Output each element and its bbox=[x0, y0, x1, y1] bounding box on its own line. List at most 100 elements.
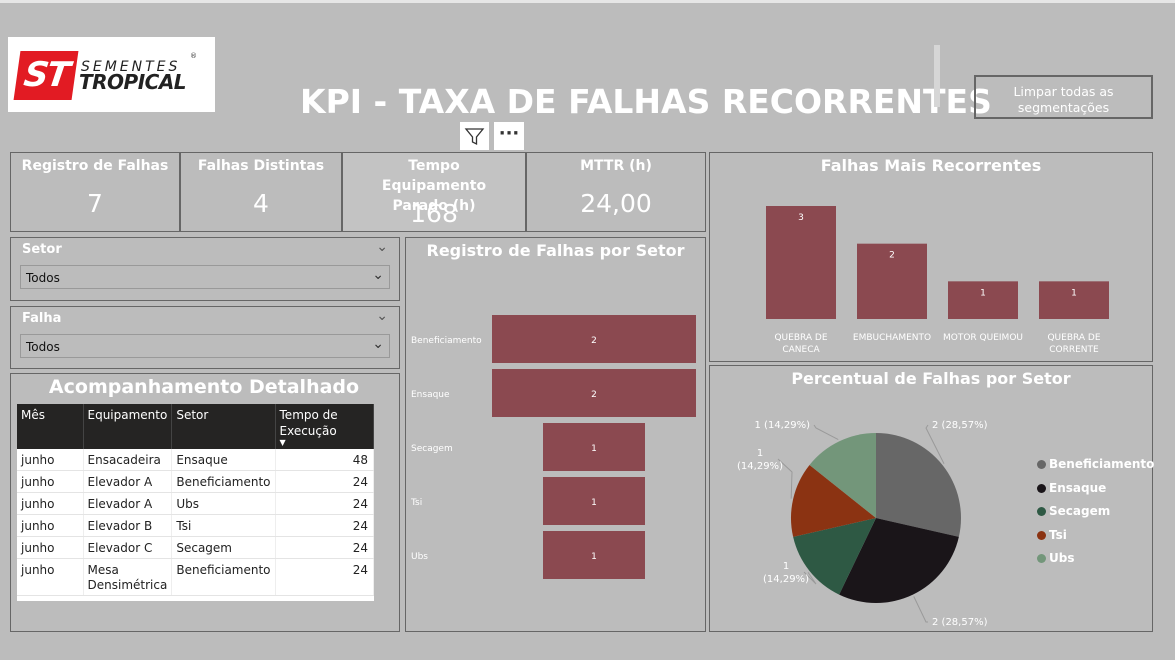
chart-registro-por-setor: Registro de Falhas por Setor Beneficiame… bbox=[405, 237, 706, 632]
pie-data-label: (14,29%) bbox=[763, 574, 809, 585]
legend-swatch bbox=[1037, 483, 1046, 493]
cell-tempo: 24 bbox=[275, 492, 375, 515]
table-row[interactable]: junho Mesa Densimétrica Beneficiamento 24 bbox=[17, 558, 375, 596]
hbar-category-label: Secagem bbox=[411, 444, 453, 454]
cell-mes: junho bbox=[17, 514, 84, 537]
logo-word-tropical: TROPICAL bbox=[79, 70, 187, 94]
sort-down-icon: ▼ bbox=[279, 438, 286, 447]
cell-mes: junho bbox=[17, 536, 84, 559]
cell-setor: Ubs bbox=[171, 492, 276, 515]
legend-item-secagem[interactable]: Secagem bbox=[1037, 504, 1110, 518]
slicer-falha: Falha ⌄ Todos ⌄ bbox=[10, 306, 400, 369]
vbar-data-label: 2 bbox=[889, 251, 895, 261]
hbar-data-label: 1 bbox=[591, 498, 597, 508]
cell-mes: junho bbox=[17, 558, 84, 596]
vbar-bar bbox=[948, 281, 1018, 319]
legend-item-ensaque[interactable]: Ensaque bbox=[1037, 481, 1106, 495]
kpi-label: Registro de Falhas bbox=[21, 158, 169, 174]
legend-item-ubs[interactable]: Ubs bbox=[1037, 551, 1074, 565]
chart-title: Falhas Mais Recorrentes bbox=[820, 156, 1042, 175]
vbar-data-label: 1 bbox=[1071, 288, 1077, 298]
chevron-down-icon: ⌄ bbox=[372, 336, 384, 352]
pie-leader-line bbox=[913, 596, 928, 623]
vbar-category-label: CORRENTE bbox=[1049, 345, 1099, 355]
pie-data-label: 1 bbox=[783, 561, 789, 572]
pie-chart-svg: 2 (28,57%) 2 (28,57%) 1 (14,29%) 1 (14,29%) 1 … bbox=[737, 420, 988, 628]
cell-tempo: 24 bbox=[275, 536, 375, 559]
hbar-chart-svg: Beneficiamento 2 Ensaque 2 Secagem 1 Tsi 1 Ubs 1 bbox=[410, 315, 696, 579]
kpi-card-registro-falhas: Registro de Falhas 7 bbox=[10, 152, 180, 232]
legend-item-beneficiamento[interactable]: Beneficiamento bbox=[1037, 457, 1154, 471]
hbar-category-label: Ubs bbox=[411, 552, 428, 562]
column-header-mes[interactable]: Mês bbox=[17, 404, 84, 449]
column-header-equipamento[interactable]: Equipamento bbox=[83, 404, 173, 449]
chevron-down-icon: ⌄ bbox=[372, 267, 384, 283]
clear-all-slicers-button[interactable]: Limpar todas as segmentações bbox=[974, 75, 1153, 119]
vbar-data-label: 1 bbox=[980, 288, 986, 298]
vbar-bar bbox=[1039, 281, 1109, 319]
legend-label: Tsi bbox=[1049, 527, 1067, 542]
legend-label: Ensaque bbox=[1049, 480, 1107, 495]
slicer-label: Setor bbox=[22, 242, 62, 257]
chevron-down-icon[interactable]: ⌄ bbox=[376, 239, 388, 255]
cell-mes: junho bbox=[17, 492, 84, 515]
chevron-down-icon[interactable]: ⌄ bbox=[376, 308, 388, 324]
table-row[interactable]: junho Ensacadeira Ensaque 48 bbox=[17, 449, 375, 471]
slicer-selected-value: Todos bbox=[26, 340, 60, 354]
kpi-value: 168 bbox=[410, 199, 458, 228]
company-logo: ST SEMENTES TROPICAL ® bbox=[8, 37, 215, 112]
scroll-indicator bbox=[934, 45, 940, 107]
vbar-category-label: MOTOR QUEIMOU bbox=[943, 333, 1023, 343]
kpi-value: 24,00 bbox=[580, 189, 652, 218]
table-row[interactable]: junho Elevador B Tsi 24 bbox=[17, 514, 375, 537]
page-title: KPI - TAXA DE FALHAS RECORRENTES bbox=[300, 82, 992, 121]
column-header-tempo-label: Tempo de Execução bbox=[279, 408, 338, 438]
cell-setor: Tsi bbox=[171, 514, 276, 537]
legend-label: Ubs bbox=[1049, 551, 1075, 565]
kpi-card-tempo-parado: Tempo Equipamento Parado (h) 168 bbox=[342, 152, 526, 232]
slicer-dropdown-setor[interactable]: Todos ⌄ bbox=[20, 265, 390, 289]
table-row[interactable]: junho Elevador A Ubs 24 bbox=[17, 492, 375, 515]
slicer-setor: Setor ⌄ Todos ⌄ bbox=[10, 237, 400, 301]
table-row[interactable]: junho Elevador C Secagem 24 bbox=[17, 536, 375, 559]
cell-equipamento: Elevador B bbox=[83, 514, 173, 537]
table-row[interactable]: junho Elevador A Beneficiamento 24 bbox=[17, 470, 375, 493]
chart-title: Percentual de Falhas por Setor bbox=[791, 369, 1071, 388]
hbar-data-label: 2 bbox=[591, 336, 597, 346]
kpi-card-falhas-distintas: Falhas Distintas 4 bbox=[180, 152, 342, 232]
hbar-category-label: Ensaque bbox=[411, 390, 450, 400]
legend-item-tsi[interactable]: Tsi bbox=[1037, 528, 1067, 542]
cell-tempo: 24 bbox=[275, 470, 375, 493]
pie-leader-line bbox=[813, 424, 839, 441]
filter-icon[interactable] bbox=[460, 122, 489, 150]
legend-swatch bbox=[1037, 554, 1046, 563]
cell-setor: Ensaque bbox=[171, 449, 276, 471]
column-header-tempo[interactable]: Tempo de Execução ▼ bbox=[275, 404, 375, 449]
hbar-category-label: Tsi bbox=[410, 498, 422, 508]
kpi-value: 4 bbox=[253, 189, 269, 218]
cell-mes: junho bbox=[17, 470, 84, 493]
slicer-selected-value: Todos bbox=[26, 271, 60, 285]
cell-setor: Beneficiamento bbox=[171, 470, 276, 493]
cell-equipamento: Mesa Densimétrica bbox=[83, 558, 173, 596]
kpi-label: Falhas Distintas bbox=[197, 158, 325, 174]
chart-falhas-recorrentes: Falhas Mais Recorrentes 3 QUEBRA DE CANECA… bbox=[709, 152, 1153, 362]
slicer-dropdown-falha[interactable]: Todos ⌄ bbox=[20, 334, 390, 358]
legend-swatch bbox=[1037, 530, 1046, 540]
cell-equipamento: Ensacadeira bbox=[83, 449, 173, 471]
chart-percentual-setor: Percentual de Falhas por Setor 2 (28,57%… bbox=[709, 365, 1153, 632]
more-options-icon[interactable]: ··· bbox=[494, 122, 524, 150]
pie-data-label: 2 (28,57%) bbox=[932, 617, 988, 628]
slicer-label: Falha bbox=[22, 311, 62, 326]
legend-swatch bbox=[1037, 460, 1046, 469]
vbar-category-label: QUEBRA DE bbox=[774, 333, 827, 343]
detail-table-title: Acompanhamento Detalhado bbox=[48, 376, 360, 398]
vbar-chart-svg: 3 QUEBRA DE CANECA 2 EMBUCHAMENTO 1 MOTOR QUEI… bbox=[766, 206, 1109, 355]
hbar-data-label: 1 bbox=[591, 552, 597, 562]
hbar-data-label: 1 bbox=[591, 444, 597, 454]
cell-tempo: 24 bbox=[275, 514, 375, 537]
vbar-category-label: EMBUCHAMENTO bbox=[853, 333, 931, 343]
logo-mark: ST bbox=[13, 51, 79, 100]
pie-data-label: 1 bbox=[757, 448, 763, 459]
column-header-setor[interactable]: Setor bbox=[171, 404, 276, 449]
